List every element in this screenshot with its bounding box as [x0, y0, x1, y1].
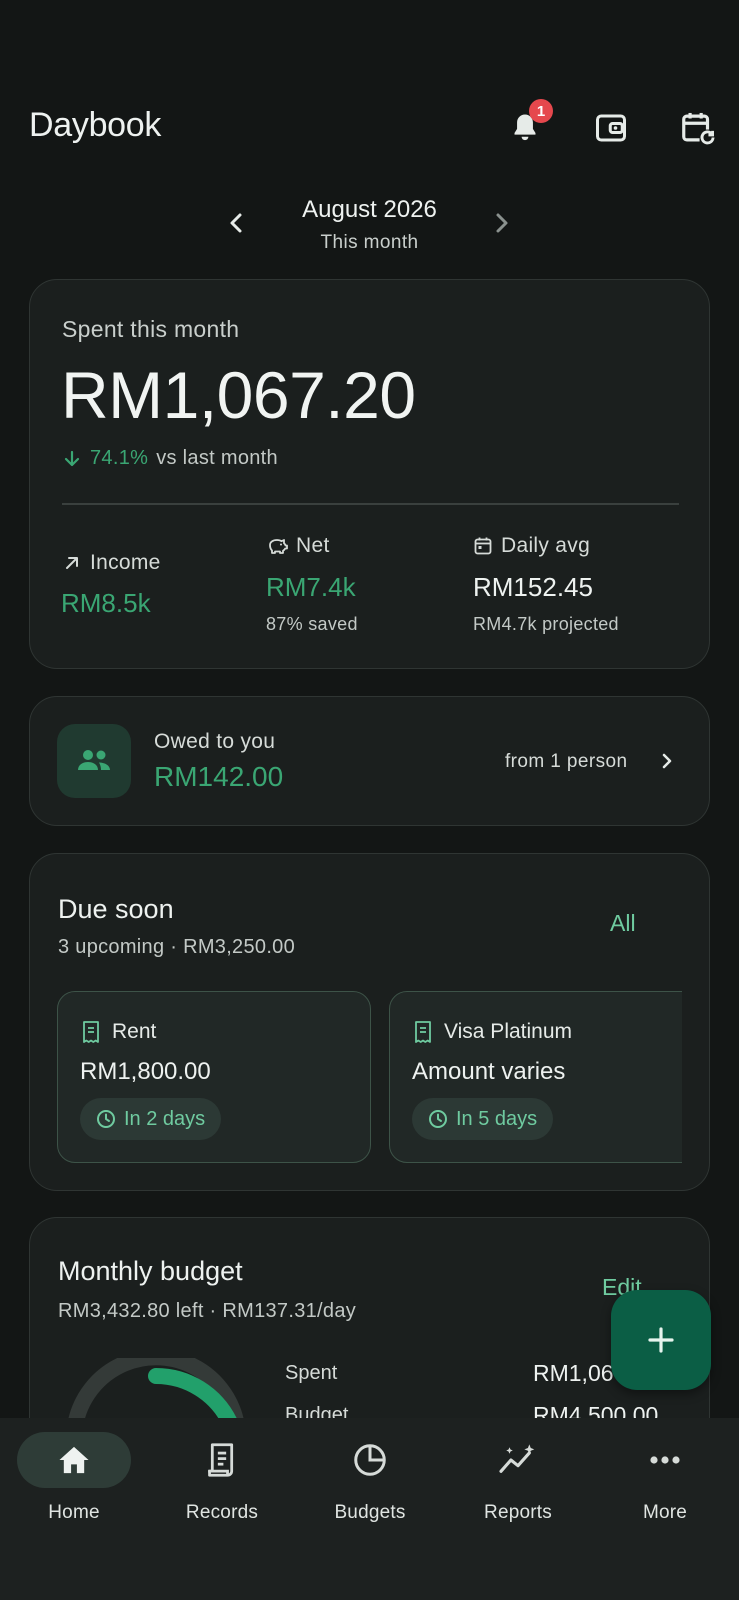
bill-name: Rent — [112, 1020, 157, 1043]
nav-budgets-pill — [313, 1432, 427, 1488]
add-transaction-button[interactable] — [611, 1290, 711, 1390]
bill-title: Rent — [80, 1020, 156, 1044]
app-title: Daybook — [29, 106, 162, 144]
arrow-down-icon — [64, 450, 80, 466]
nav-budgets[interactable]: Budgets — [296, 1432, 444, 1524]
daily-avg-value: RM152.45 — [473, 572, 593, 602]
nav-more[interactable]: More — [591, 1432, 739, 1524]
nav-reports-pill — [461, 1432, 575, 1488]
chevron-right-icon — [496, 213, 508, 233]
calendar-sync-button[interactable] — [678, 108, 718, 148]
pie-chart-icon — [354, 1444, 386, 1476]
wallet-icon — [596, 114, 626, 142]
nav-more-pill — [608, 1432, 722, 1488]
owed-chevron — [659, 749, 675, 773]
bill-card[interactable]: Rent RM1,800.00 In 2 days — [57, 991, 371, 1163]
notifications-button[interactable]: 1 — [505, 99, 553, 148]
trend-sparkle-icon — [499, 1444, 535, 1473]
bills-scroller[interactable]: Rent RM1,800.00 In 2 days Visa Platinum — [57, 991, 682, 1163]
receipt-icon — [83, 1021, 99, 1043]
calendar-sync-icon — [682, 112, 716, 146]
home-icon — [59, 1446, 89, 1474]
spent-amount: RM1,067.20 — [61, 358, 416, 432]
net-value: RM7.4k — [266, 572, 356, 602]
bill-amount: Amount varies — [412, 1058, 566, 1085]
nav-records-pill — [165, 1432, 279, 1488]
arrow-up-right-icon — [66, 557, 78, 569]
notification-badge: 1 — [529, 99, 553, 123]
owed-icon-box — [57, 724, 131, 798]
wallet-button[interactable] — [591, 108, 631, 148]
nav-budgets-label: Budgets — [334, 1502, 406, 1523]
nav-reports[interactable]: Reports — [444, 1432, 592, 1524]
budget-subtitle: RM3,432.80 left · RM137.31/day — [58, 1300, 357, 1322]
month-title: August 2026 — [302, 196, 437, 223]
bill-amount: RM1,800.00 — [80, 1058, 211, 1085]
due-chip: In 5 days — [412, 1098, 554, 1140]
due-text: In 5 days — [456, 1107, 538, 1130]
summary-divider — [62, 503, 679, 505]
due-soon-card: Due soon 3 upcoming · RM3,250.00 All Ren… — [29, 853, 710, 1191]
due-chip: In 2 days — [80, 1098, 222, 1140]
owed-label: Owed to you — [154, 730, 276, 753]
bottom-navigation: Home Records Budgets Reports More — [0, 1418, 739, 1600]
chevron-right-icon — [662, 753, 672, 769]
owed-from: from 1 person — [505, 751, 628, 772]
due-soon-subtitle: 3 upcoming · RM3,250.00 — [58, 936, 296, 958]
income-header: Income — [62, 551, 161, 575]
owed-amount: RM142.00 — [154, 761, 284, 792]
trend-percent: 74.1% — [90, 447, 149, 469]
daily-projected: RM4.7k projected — [473, 614, 619, 634]
due-soon-title: Due soon — [58, 894, 174, 924]
clock-icon — [429, 1110, 447, 1128]
month-subtitle: This month — [320, 232, 419, 253]
spent-label: Spent this month — [62, 316, 240, 342]
bill-name: Visa Platinum — [444, 1020, 573, 1043]
plus-icon — [648, 1327, 674, 1353]
owed-to-you-card[interactable]: Owed to you RM142.00 from 1 person — [29, 696, 710, 826]
income-value: RM8.5k — [61, 588, 151, 618]
more-dots-icon — [650, 1456, 680, 1464]
nav-home-pill — [17, 1432, 131, 1488]
budget-title: Monthly budget — [58, 1256, 243, 1286]
clock-icon — [97, 1110, 115, 1128]
nav-more-label: More — [642, 1502, 688, 1523]
next-month-button[interactable] — [490, 208, 514, 238]
bill-title: Visa Platinum — [412, 1020, 572, 1044]
net-saved: 87% saved — [266, 614, 358, 634]
due-soon-all-link[interactable]: All — [610, 910, 636, 937]
daily-avg-header: Daily avg — [473, 534, 590, 558]
due-text: In 2 days — [124, 1107, 206, 1130]
nav-reports-label: Reports — [484, 1502, 552, 1523]
people-icon — [78, 750, 110, 770]
calendar-icon — [474, 537, 492, 555]
receipt-icon — [208, 1443, 234, 1477]
nav-records-label: Records — [185, 1502, 259, 1523]
budget-spent-label: Spent — [285, 1362, 338, 1384]
nav-records[interactable]: Records — [148, 1432, 296, 1524]
piggy-bank-icon — [269, 539, 288, 554]
nav-home[interactable]: Home — [0, 1432, 148, 1524]
daily-avg-label: Daily avg — [501, 534, 591, 557]
spending-trend: 74.1% vs last month — [62, 447, 278, 470]
trend-text: vs last month — [156, 447, 278, 469]
net-label: Net — [296, 534, 330, 557]
nav-home-label: Home — [48, 1502, 100, 1523]
receipt-icon — [415, 1021, 431, 1043]
income-label: Income — [90, 551, 161, 574]
bill-card[interactable]: Visa Platinum Amount varies In 5 days — [389, 991, 682, 1163]
spending-summary-card[interactable]: Spent this month RM1,067.20 74.1% vs las… — [29, 279, 710, 669]
net-header: Net — [266, 534, 330, 558]
